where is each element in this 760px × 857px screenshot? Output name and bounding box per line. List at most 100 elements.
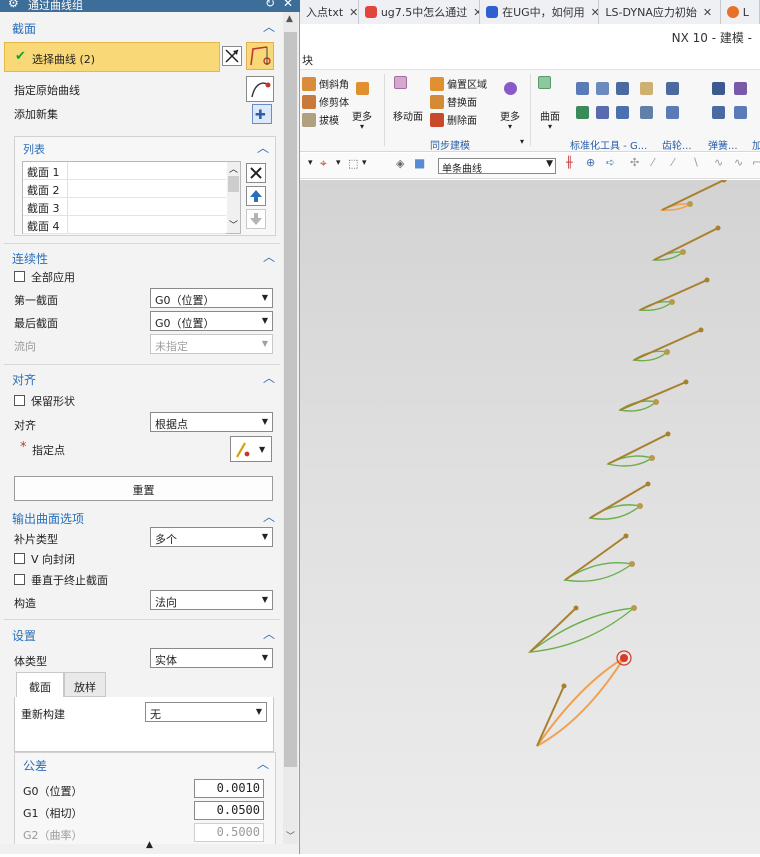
cube-icon[interactable]: ■ (414, 156, 425, 170)
section-header-settings[interactable]: 设置 ︿ (0, 622, 283, 644)
close-icon[interactable]: ✕ (703, 6, 712, 19)
replace-face-button[interactable]: 替换面 (430, 94, 477, 109)
body-type-select[interactable]: 实体 ▼ (150, 648, 273, 668)
tool-icon[interactable] (616, 82, 629, 95)
refresh-icon[interactable]: ↻ (265, 0, 275, 10)
move-face-button[interactable]: 移动面 (393, 108, 423, 123)
reset-button[interactable]: 重置 (14, 476, 273, 501)
airfoil-sections-drawing[interactable] (300, 177, 760, 854)
chevron-up-icon[interactable]: ︿ (257, 139, 269, 156)
chevron-down-icon[interactable]: ▾ (548, 122, 552, 131)
gear-tool-icon[interactable] (640, 106, 653, 119)
trim-body-button[interactable]: 修剪体 (302, 94, 349, 109)
close-icon[interactable]: ✕ (349, 6, 358, 19)
more-button[interactable]: 更多 (500, 108, 520, 123)
dialog-scrollbar[interactable]: ▲ ﹀ (283, 12, 298, 844)
chevron-down-icon[interactable]: ▾ (362, 158, 367, 168)
chevron-down-icon[interactable]: ▾ (360, 122, 364, 131)
close-icon[interactable]: ✕ (591, 6, 599, 19)
snap-icon[interactable]: ∿ (714, 156, 723, 169)
chevron-down-icon[interactable]: ▾ (520, 137, 524, 146)
tool-icon[interactable] (576, 82, 589, 95)
section-header-sections[interactable]: 截面 ︿ (0, 15, 283, 37)
gear-tool-icon[interactable] (640, 82, 653, 95)
spring-tool-icon[interactable] (712, 106, 725, 119)
align-select[interactable]: 根据点 ▼ (150, 412, 273, 432)
snap-icon[interactable]: ⁄ (672, 156, 674, 169)
chevron-up-icon[interactable]: ︿ (263, 508, 275, 525)
browser-tab[interactable]: 入点txt ✕ (300, 0, 359, 24)
spring-tool-icon[interactable] (712, 82, 725, 95)
tool-icon[interactable] (596, 82, 609, 95)
curve-rule-select[interactable]: 单条曲线 ▼ (438, 158, 556, 175)
chevron-up-icon[interactable]: ︿ (263, 625, 275, 642)
alignment-point[interactable] (629, 561, 635, 567)
draft-button[interactable]: 拔模 (302, 112, 339, 127)
chevron-down-icon[interactable]: ﹀ (286, 829, 295, 842)
section-curve[interactable] (588, 504, 642, 520)
list-scrollbar[interactable]: ︿ ﹀ (227, 162, 240, 233)
alignment-point[interactable] (653, 399, 659, 405)
chevron-up-icon[interactable]: ︿ (257, 755, 269, 772)
last-section-select[interactable]: G0（位置） ▼ (150, 311, 273, 331)
section-header-output[interactable]: 输出曲面选项 ︿ (0, 505, 283, 527)
chevron-up-icon[interactable]: ▲ (146, 840, 153, 850)
g0-tolerance-input[interactable]: 0.0010 (194, 779, 264, 798)
gear-icon[interactable]: ⚙ (8, 0, 19, 10)
apply-all-checkbox[interactable] (14, 271, 25, 282)
spring-tool-icon[interactable] (734, 82, 747, 95)
rebuild-select[interactable]: 无 ▼ (145, 702, 267, 722)
select-curve-row[interactable]: ✔ 选择曲线 (2) (4, 42, 220, 72)
close-icon[interactable]: ✕ (473, 6, 479, 19)
alignment-point[interactable] (631, 605, 637, 611)
perpendicular-end-checkbox[interactable] (14, 574, 25, 585)
list-item[interactable]: 截面 2 (23, 180, 226, 198)
g2-tolerance-input[interactable]: 0.5000 (194, 823, 264, 842)
list-item[interactable]: 截面 1 (23, 162, 226, 180)
scroll-thumb[interactable] (284, 32, 297, 767)
browser-tab[interactable]: 在UG中，如何用 ✕ (480, 0, 600, 24)
snap-icon[interactable]: ⌐ (752, 156, 760, 169)
list-item[interactable]: 截面 4 (23, 216, 226, 234)
curve-select-button[interactable] (246, 42, 274, 70)
g1-tolerance-input[interactable]: 0.0500 (194, 801, 264, 820)
construct-select[interactable]: 法向 ▼ (150, 590, 273, 610)
alignment-point[interactable] (664, 349, 670, 355)
alignment-point[interactable] (680, 249, 686, 255)
snap-icon[interactable]: ⁄ (652, 156, 654, 169)
v-closed-checkbox[interactable] (14, 553, 25, 564)
snap-icon[interactable]: ╫ (566, 156, 573, 169)
specify-original-curve-button[interactable] (246, 76, 274, 102)
gear-tool-icon[interactable] (666, 106, 679, 119)
snap-icon[interactable]: ➪ (606, 156, 615, 169)
flow-direction-select[interactable]: 未指定 ▼ (150, 334, 273, 354)
section-header-alignment[interactable]: 对齐 ︿ (0, 366, 283, 388)
snap-icon[interactable]: ∿ (734, 156, 743, 169)
graphics-viewport[interactable] (300, 177, 760, 854)
tab-section[interactable]: 截面 (16, 672, 64, 697)
reverse-direction-button[interactable] (222, 46, 242, 66)
chamfer-button[interactable]: 倒斜角 (302, 76, 349, 91)
patch-type-select[interactable]: 多个 ▼ (150, 527, 273, 547)
keep-shape-checkbox[interactable] (14, 395, 25, 406)
browser-tab[interactable]: ug7.5中怎么通过 ✕ (358, 0, 481, 24)
chevron-down-icon[interactable]: ▾ (336, 158, 341, 168)
browser-tab[interactable]: LS-DYNA应力初始 ✕ (599, 0, 721, 24)
tool-icon[interactable] (596, 106, 609, 119)
section-header-continuity[interactable]: 连续性 ︿ (0, 245, 283, 267)
offset-region-button[interactable]: 偏置区域 (430, 76, 487, 91)
chevron-up-icon[interactable]: ︿ (263, 18, 275, 35)
scroll-thumb[interactable] (228, 176, 239, 192)
snap-icon[interactable]: ⊕ (586, 156, 595, 169)
alignment-point[interactable] (637, 503, 643, 509)
menu-item[interactable]: 块 (302, 52, 313, 68)
snap-icon[interactable]: ✣ (630, 156, 639, 169)
add-new-set-button[interactable]: ✚ (252, 104, 272, 124)
surface-button[interactable]: 曲面 (540, 108, 560, 123)
snap-icon[interactable]: ∖ (692, 156, 699, 169)
chevron-down-icon[interactable]: ▾ (508, 122, 512, 131)
tab-lofting[interactable]: 放样 (64, 672, 106, 697)
spring-tool-icon[interactable] (734, 106, 747, 119)
alignment-point[interactable] (687, 201, 693, 207)
tool-icon[interactable] (616, 106, 629, 119)
